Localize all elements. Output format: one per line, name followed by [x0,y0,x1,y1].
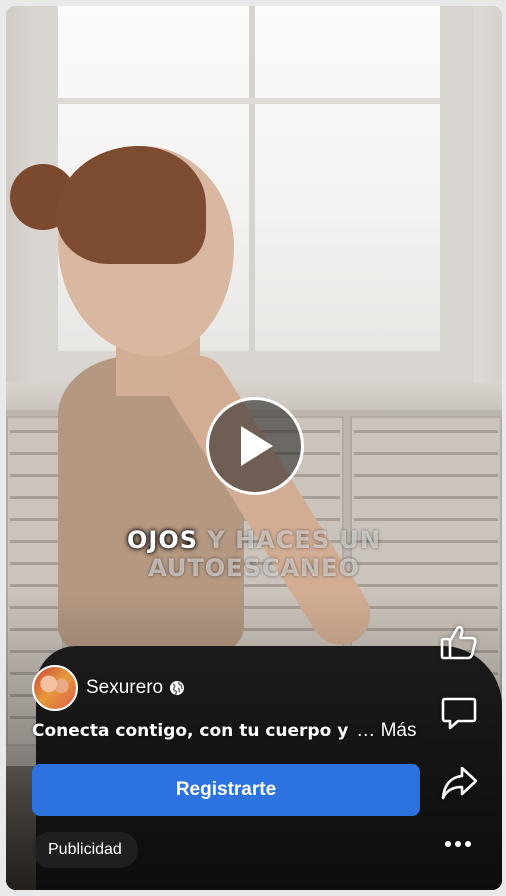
more-dots-icon [445,841,471,847]
like-button[interactable] [434,618,484,668]
register-button[interactable]: Registrarte [32,764,420,816]
subtitle-line1: Y HACES UN [198,526,381,554]
video-subtitle: OJOS Y HACES UN AUTOESCANEO [6,526,502,582]
sponsored-badge: Publicidad [32,832,138,868]
comment-icon [441,697,477,730]
comment-button[interactable] [434,688,484,738]
post-author: Sexurero [32,664,185,712]
thumbs-up-icon [440,626,477,660]
subtitle-highlight: OJOS [126,526,199,554]
more-options-button[interactable] [436,832,480,856]
video-card[interactable]: OJOS Y HACES UN AUTOESCANEO Sexurero Con… [6,6,502,890]
see-more-link[interactable]: … Más [356,720,416,741]
author-name[interactable]: Sexurero [86,677,163,699]
description-text: Conecta contigo, con tu cuerpo y [32,721,349,741]
share-button[interactable] [434,758,484,808]
play-button[interactable] [206,397,304,495]
post-description: Conecta contigo, con tu cuerpo y … Más [32,720,418,742]
play-icon [241,426,273,466]
share-icon [441,766,478,800]
subtitle-line2: AUTOESCANEO [148,554,360,582]
sponsored-label: Publicidad [48,841,122,858]
avatar[interactable] [32,665,78,711]
globe-icon [170,681,185,696]
